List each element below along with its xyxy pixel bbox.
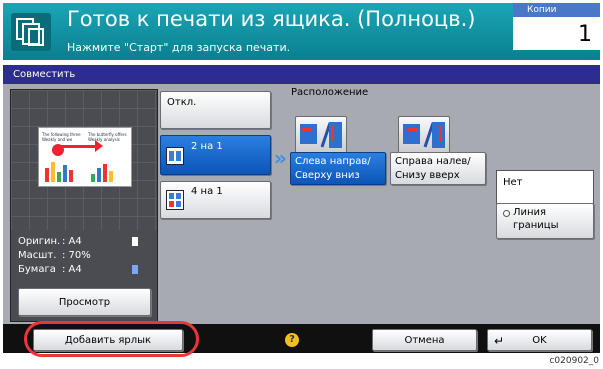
preview-thumbnail: The following three Weakly and we The bu…: [38, 127, 132, 187]
page-title: Готов к печати из ящика. (Полноцв.): [67, 7, 476, 31]
help-icon[interactable]: ?: [285, 333, 299, 347]
thumbnail-arrow-icon: [57, 140, 103, 152]
mode-off-button[interactable]: Откл.: [160, 91, 271, 129]
info-paper: Бумага : A4: [18, 264, 138, 275]
mode-2in1-label: 2 на 1: [191, 141, 223, 152]
info-original-key: Оригин.: [18, 236, 61, 247]
layout-label: Расположение: [291, 87, 369, 98]
highlight-ring: [24, 321, 199, 357]
info-zoom-value: : 70%: [62, 250, 91, 261]
status-subtitle: Нажмите "Старт" для запуска печати.: [67, 41, 291, 54]
chevron-right-icon: »: [274, 146, 287, 170]
4in1-icon: [166, 190, 184, 210]
mode-4in1-button[interactable]: 4 на 1: [160, 181, 271, 219]
ok-button[interactable]: ↵ OK: [487, 329, 592, 351]
info-zoom-key: Масшт.: [18, 250, 57, 261]
border-line-label: Линия границы: [513, 207, 559, 231]
info-original: Оригин.: A4: [18, 236, 138, 247]
copies-label: Копии: [513, 3, 600, 17]
copies-field[interactable]: 1: [513, 17, 600, 50]
layout-rtl-button[interactable]: Справа налев/ Снизу вверх: [390, 152, 486, 185]
2in1-icon: [166, 147, 184, 165]
layout-rtl-icon: [398, 116, 450, 154]
thumbnail-page-left: The following three Weakly and we: [42, 132, 84, 184]
layout-ltr-icon: [295, 116, 347, 154]
layout-ltr-button[interactable]: Слева направ/ Сверху вниз: [290, 152, 386, 185]
radio-icon: [503, 210, 510, 217]
info-original-value: : A4: [62, 236, 82, 247]
info-paper-key: Бумага: [18, 264, 56, 275]
paper-icon: [132, 265, 138, 274]
preview-button[interactable]: Просмотр: [18, 288, 151, 316]
cancel-button[interactable]: Отмена: [372, 329, 477, 351]
mode-4in1-label: 4 на 1: [191, 186, 223, 197]
border-line-button[interactable]: Линия границы: [496, 203, 594, 239]
info-zoom: Масшт. : 70%: [18, 250, 138, 261]
header-bar: Готов к печати из ящика. (Полноцв.) Нажм…: [3, 3, 600, 60]
border-value-field: Нет: [496, 170, 594, 206]
thumbnail-chart-left: [45, 162, 73, 182]
thumbnail-right-text: The butterfly offers Weakly analysis: [88, 132, 127, 142]
page-icon: [132, 237, 138, 246]
tab-combine: Совместить: [3, 65, 600, 84]
mode-2in1-button[interactable]: 2 на 1: [160, 135, 271, 175]
thumbnail-left-text: The following three Weakly and we: [42, 132, 81, 142]
info-paper-value: : A4: [62, 264, 82, 275]
mode-off-label: Откл.: [167, 97, 197, 108]
ok-label: OK: [532, 334, 547, 346]
thumbnail-chart-right: [91, 164, 113, 182]
figure-caption: c020902_0: [549, 356, 599, 366]
enter-icon: ↵: [494, 334, 505, 348]
document-box-icon: [11, 13, 51, 51]
